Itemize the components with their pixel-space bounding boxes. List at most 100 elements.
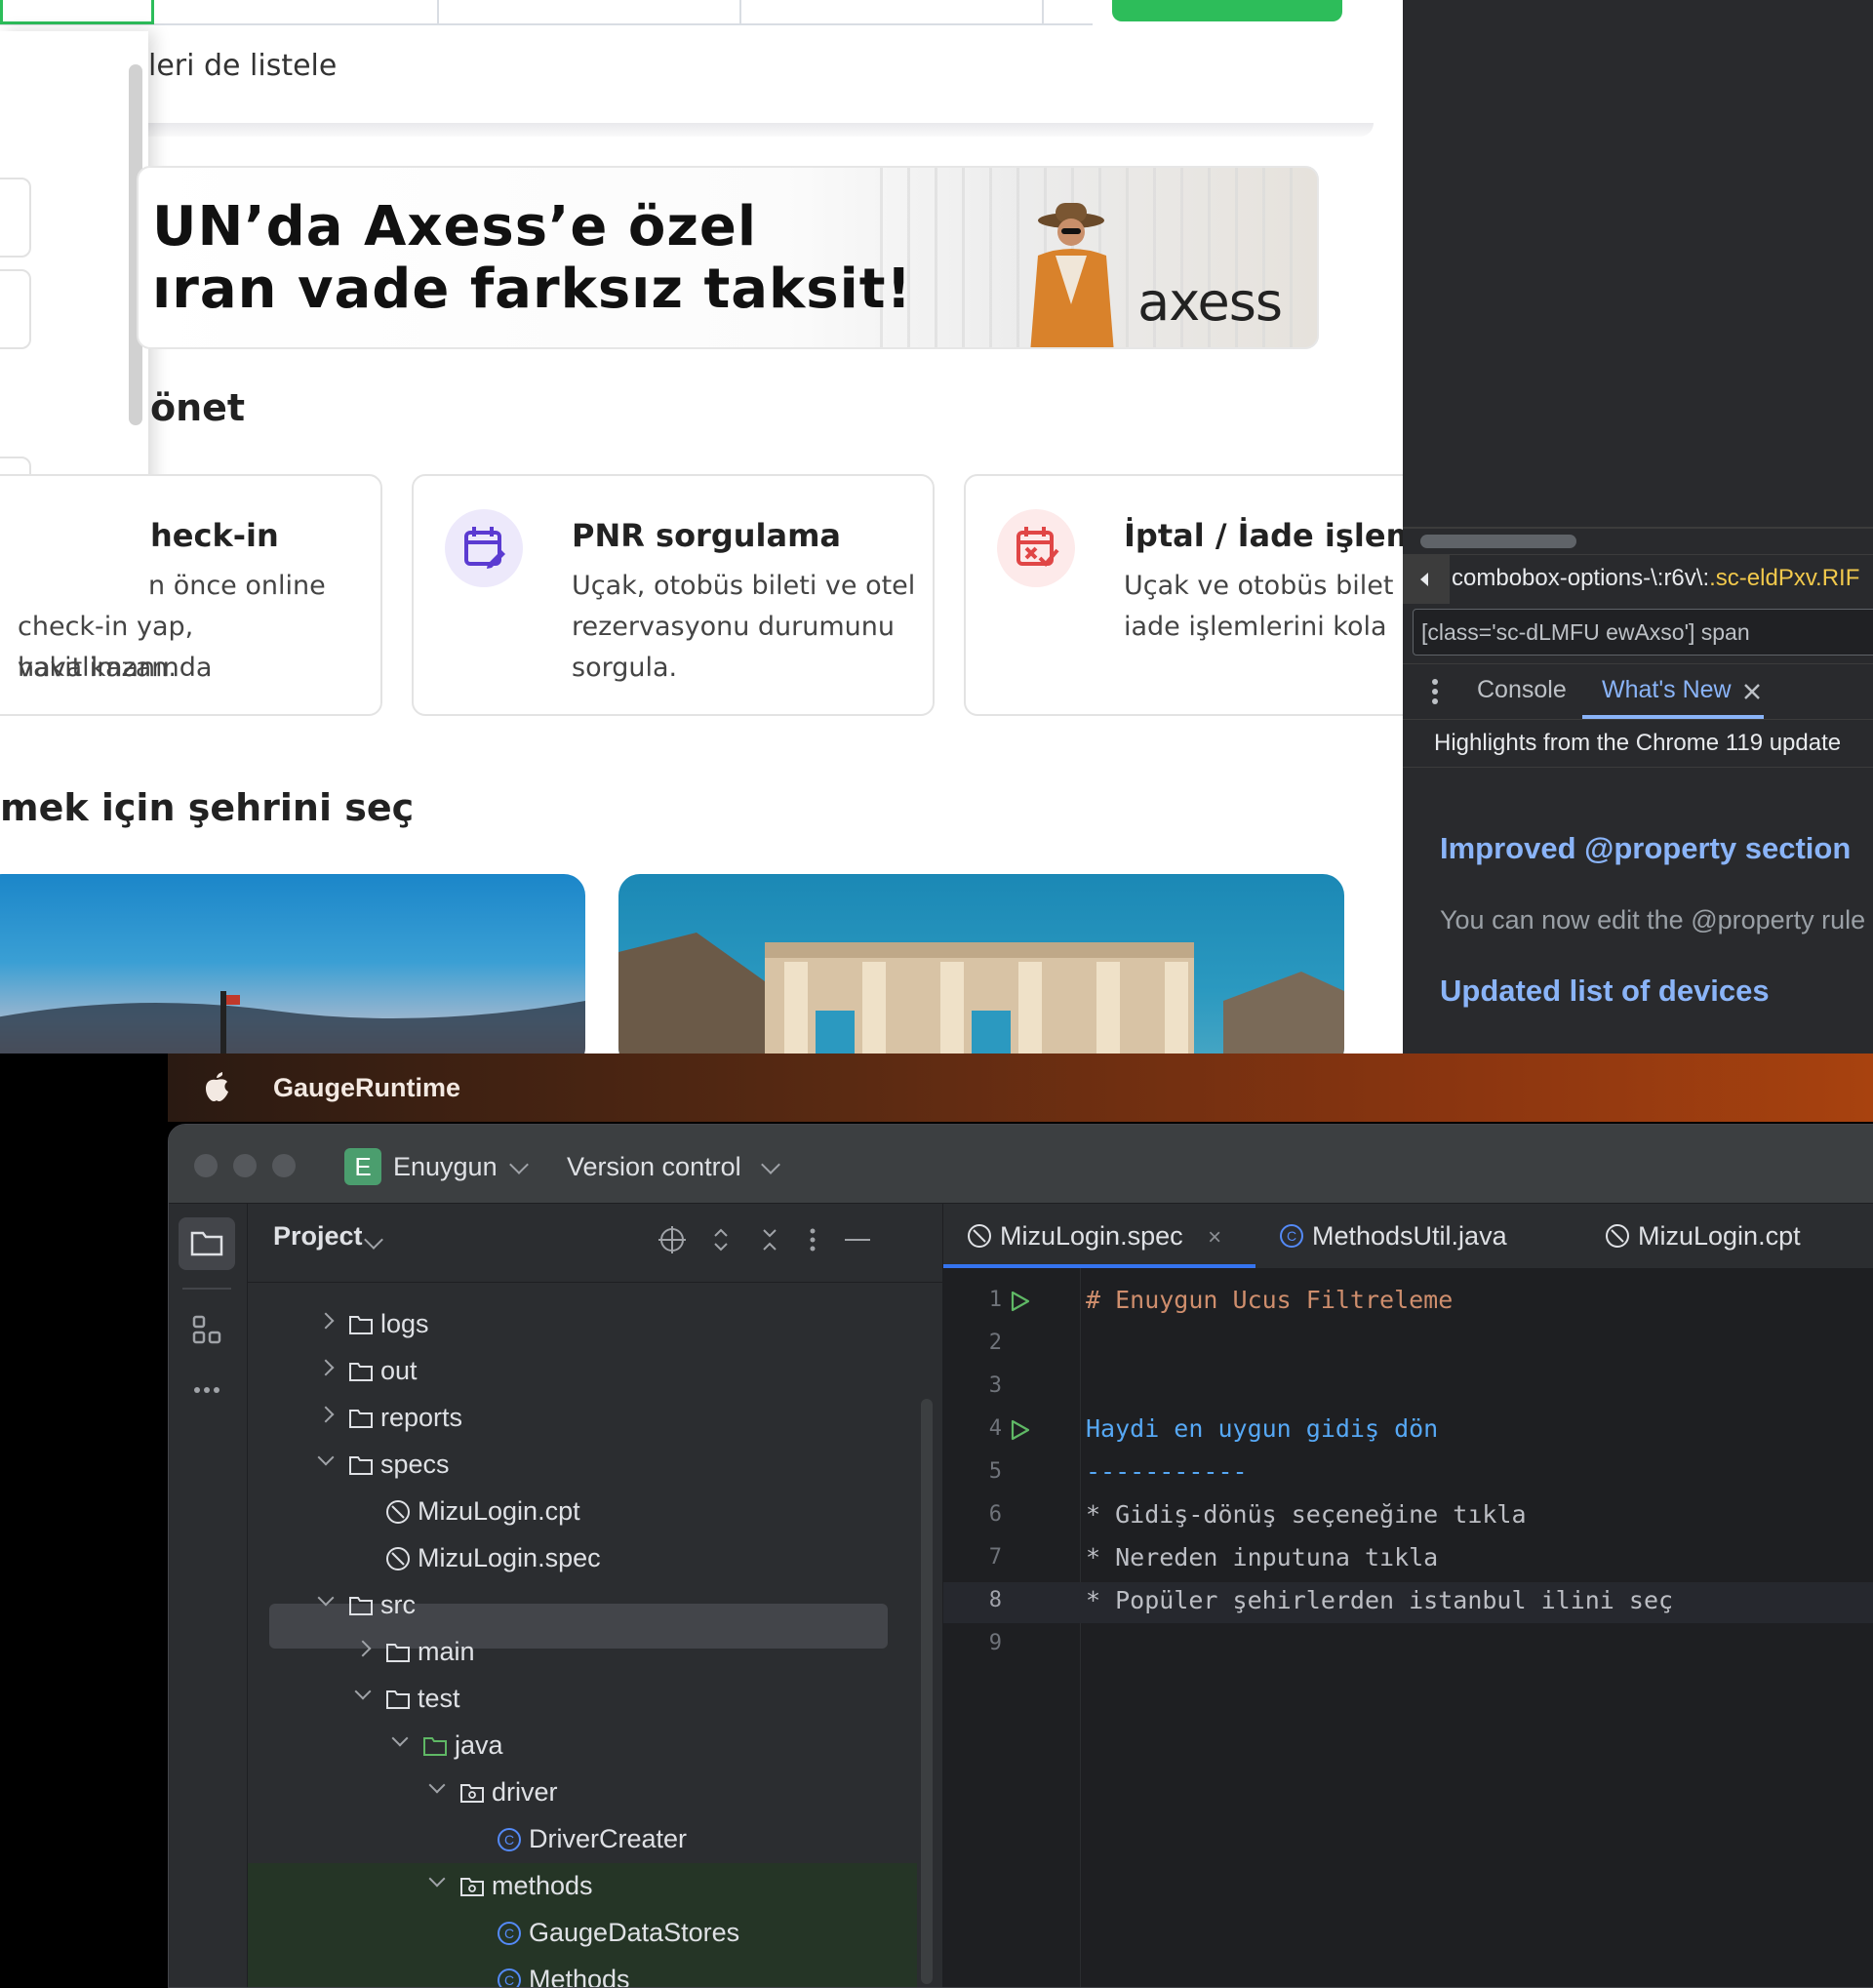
tree-row-src[interactable]: src [248,1582,911,1629]
close-window-button[interactable] [194,1154,218,1177]
tree-row-label: specs [380,1450,450,1479]
folder-icon [386,1690,410,1709]
minimize-window-button[interactable] [233,1154,257,1177]
devtools-panel: combobox-options-\:r6v\:.sc-eldPxv.RIF [… [1403,0,1873,1054]
whats-new-desc: You can now edit the @property rule [1440,905,1866,934]
banner-person-image [1030,203,1114,347]
more-vertical-icon[interactable] [1430,678,1440,705]
service-card-cancel-refund[interactable]: İptal / İade işlem Uçak ve otobüs bilet … [964,474,1403,716]
selector-input[interactable]: [class='sc-dLMFU ewAxso'] span [1413,609,1873,656]
code-line: * Popüler şehirlerden istanbul ilini seç [1086,1586,1674,1614]
search-button[interactable] [1112,0,1342,21]
devtools-breadcrumb: combobox-options-\:r6v\:.sc-eldPxv.RIF [1403,554,1873,604]
tree-row-logs[interactable]: logs [248,1301,911,1348]
editor-tab-mizulogin-cpt[interactable]: MizuLogin.cpt [1605,1221,1801,1252]
expand-all-icon[interactable] [706,1225,736,1254]
chevron-right-icon[interactable] [317,1312,335,1330]
chevron-down-icon[interactable] [391,1730,409,1747]
drawer-tabbar: Console What's New [1403,663,1873,720]
tree-row-java[interactable]: java [248,1723,911,1769]
chevron-down-icon[interactable] [317,1589,335,1607]
tree-row-mizulogin-spec[interactable]: MizuLogin.spec [248,1535,911,1582]
chevron-down-icon[interactable] [428,1870,446,1888]
promo-banner[interactable]: UN’da Axess’e özel ıran vade farksız tak… [137,166,1319,349]
devtools-divider [1403,527,1873,529]
chevron-down-icon[interactable] [317,1449,335,1466]
search-field[interactable] [439,0,741,23]
chevron-down-icon [509,1155,529,1174]
chevron-right-icon[interactable] [354,1640,372,1657]
list-also-checkbox-label[interactable]: leri de listele [148,49,337,83]
tree-row-reports[interactable]: reports [248,1395,911,1442]
tree-row-methods[interactable]: methods [248,1863,911,1910]
tree-row-main[interactable]: main [248,1629,911,1676]
tab-console[interactable]: Console [1477,676,1567,704]
apple-icon[interactable] [203,1071,230,1102]
search-field[interactable] [741,0,1044,23]
tree-row-label: out [380,1356,418,1385]
editor-tab-methodsutil[interactable]: C MethodsUtil.java [1279,1221,1507,1252]
tree-row-test[interactable]: test [248,1676,911,1723]
search-form-strip [0,0,1093,25]
zoom-window-button[interactable] [272,1154,296,1177]
city-card-istanbul[interactable] [0,874,585,1054]
chevron-right-icon[interactable] [317,1359,335,1376]
whats-new-link[interactable]: Improved @property section [1440,831,1851,866]
project-tool-button[interactable] [179,1217,235,1270]
locate-icon[interactable] [658,1225,687,1254]
chevron-down-icon[interactable] [354,1683,372,1700]
editor-tab-mizulogin-spec[interactable]: MizuLogin.spec × [967,1221,1221,1252]
project-scrollbar[interactable] [921,1399,933,1984]
tree-row-specs[interactable]: specs [248,1442,911,1489]
project-panel-title[interactable]: Project [273,1221,363,1252]
structure-tool-button[interactable] [179,1303,235,1356]
more-tools-button[interactable] [179,1364,235,1416]
breadcrumb-scroll-left-button[interactable] [1403,555,1450,604]
tree-row-label: src [380,1590,416,1619]
version-control-menu[interactable]: Version control [567,1152,741,1182]
panel-header-divider [248,1282,942,1283]
collapse-all-icon[interactable] [755,1225,784,1254]
active-search-field[interactable] [0,0,154,24]
city-card-izmir[interactable] [618,874,1344,1054]
chevron-down-icon [761,1155,780,1174]
tab-close-icon[interactable]: × [1208,1224,1221,1251]
folder-icon [349,1363,373,1381]
line-number: 7 [988,1545,1002,1570]
tree-row-methods[interactable]: C Methods [248,1957,911,1987]
city-skyline-image [0,991,585,1054]
breadcrumb-class: .sc-eldPxv.RIF [1709,565,1860,591]
project-switcher[interactable]: Enuygun [393,1152,498,1182]
tree-row-label: MizuLogin.cpt [418,1496,580,1526]
service-card-pnr[interactable]: PNR sorgulama Uçak, otobüs bileti ve ote… [412,474,935,716]
dropdown-option[interactable] [0,178,31,258]
hide-panel-button[interactable] [845,1239,870,1241]
banner-line-1: UN’da Axess’e özel [152,195,758,258]
tree-row-driver[interactable]: driver [248,1769,911,1816]
breadcrumb-node[interactable]: combobox-options-\:r6v\:.sc-eldPxv.RIF [1452,565,1859,592]
active-app-name[interactable]: GaugeRuntime [273,1073,460,1103]
run-gutter-icon[interactable] [1008,1290,1031,1313]
tree-row-label: java [455,1730,503,1760]
tree-row-out[interactable]: out [248,1348,911,1395]
dropdown-option[interactable] [0,269,31,349]
service-card-title: İptal / İade işlem [1124,517,1403,554]
devtools-horizontal-scrollbar[interactable] [1420,535,1576,548]
tree-row-mizulogin-cpt[interactable]: MizuLogin.cpt [248,1489,911,1535]
tab-whats-new[interactable]: What's New [1602,676,1732,704]
class-icon: C [498,1828,521,1851]
chevron-right-icon[interactable] [317,1406,335,1423]
close-icon[interactable] [1742,682,1762,701]
whats-new-link[interactable]: Updated list of devices [1440,974,1770,1009]
tree-row-drivercreater[interactable]: C DriverCreater [248,1816,911,1863]
calendar-edit-icon [445,509,523,587]
chevron-down-icon[interactable] [428,1776,446,1794]
class-icon: C [498,1922,521,1945]
run-gutter-icon[interactable] [1008,1418,1031,1442]
package-icon [460,1878,484,1896]
service-card-checkin[interactable]: heck-in n önce online check-in yap, hava… [0,474,382,716]
tree-row-label: MizuLogin.spec [418,1543,601,1572]
more-vertical-icon[interactable] [808,1225,817,1254]
tree-row-gaugedatastores[interactable]: C GaugeDataStores [248,1910,911,1957]
code-line: * Gidiş-dönüş seçeneğine tıkla [1086,1500,1527,1529]
